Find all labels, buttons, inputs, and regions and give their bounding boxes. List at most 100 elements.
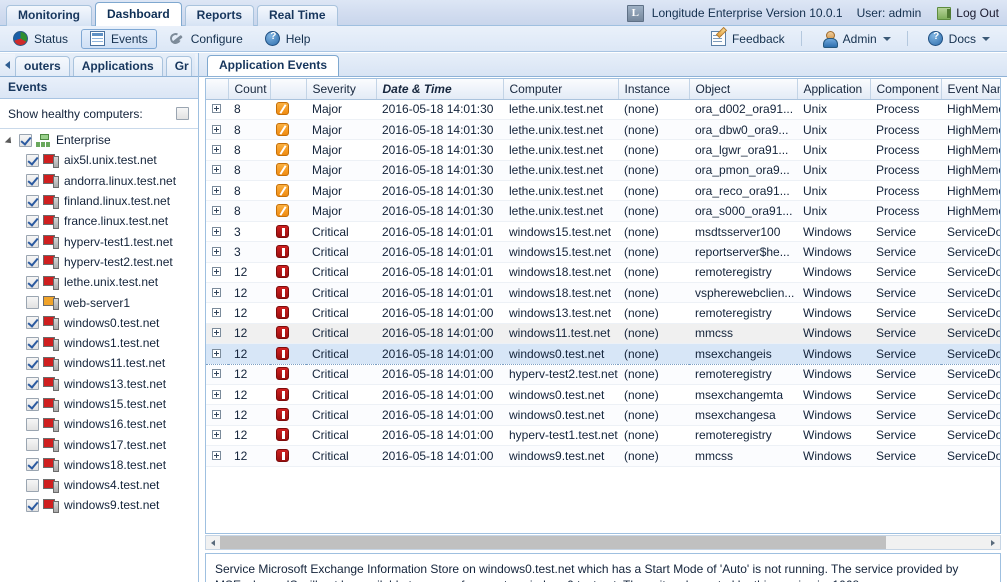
table-row[interactable]: 12 Critical 2016-05-18 14:01:00 windows13.t…: [206, 302, 1000, 324]
tree-node-checkbox[interactable]: [26, 397, 39, 411]
tree-node-checkbox[interactable]: [26, 356, 39, 370]
row-expand-cell[interactable]: [206, 119, 228, 141]
tree-node-checkbox[interactable]: [26, 438, 39, 452]
expand-plus-icon[interactable]: [212, 308, 221, 318]
tree-node-andorra.linux.test.net[interactable]: andorra.linux.test.net: [0, 171, 199, 191]
table-row[interactable]: 8 Major 2016-05-18 14:01:30 lethe.unix.test…: [206, 200, 1000, 222]
expand-plus-icon[interactable]: [212, 430, 221, 440]
expand-plus-icon[interactable]: [212, 348, 221, 358]
main-tab-reports[interactable]: Reports: [184, 5, 255, 26]
row-expand-cell[interactable]: [206, 282, 228, 304]
column-header-expand[interactable]: [206, 79, 229, 100]
tree-node-checkbox[interactable]: [19, 133, 32, 147]
scroll-right-button[interactable]: [986, 536, 1000, 549]
tree-node-checkbox[interactable]: [26, 417, 39, 431]
left-tab-outers[interactable]: outers: [15, 56, 70, 76]
column-header-object[interactable]: Object: [689, 79, 798, 100]
tree-expander-icon[interactable]: [6, 135, 16, 145]
left-tab-applications[interactable]: Applications: [72, 56, 163, 76]
table-row[interactable]: 8 Major 2016-05-18 14:01:30 lethe.unix.test…: [206, 139, 1000, 161]
tree-node-windows15.test.net[interactable]: windows15.test.net: [0, 394, 199, 414]
toolbar-button-status[interactable]: Status: [4, 29, 77, 49]
expand-plus-icon[interactable]: [212, 410, 221, 420]
tree-node-checkbox[interactable]: [26, 255, 39, 269]
expand-plus-icon[interactable]: [212, 267, 221, 277]
expand-plus-icon[interactable]: [212, 450, 221, 460]
tree-node-aix5l.unix.test.net[interactable]: aix5l.unix.test.net: [0, 150, 199, 170]
expand-plus-icon[interactable]: [212, 287, 221, 297]
tree-node-windows1.test.net[interactable]: windows1.test.net: [0, 333, 199, 353]
row-expand-cell[interactable]: [206, 200, 228, 222]
horizontal-scroll-track[interactable]: [220, 536, 986, 549]
main-tab-real-time[interactable]: Real Time: [257, 5, 338, 26]
table-row[interactable]: 8 Major 2016-05-18 14:01:30 lethe.unix.test…: [206, 119, 1000, 141]
tree-node-checkbox[interactable]: [26, 498, 39, 512]
left-tab-gr[interactable]: Gr: [165, 56, 192, 76]
expand-plus-icon[interactable]: [212, 226, 221, 236]
toolbar-button-docs[interactable]: Docs: [919, 29, 999, 49]
tree-node-windows13.test.net[interactable]: windows13.test.net: [0, 374, 199, 394]
row-expand-cell[interactable]: [206, 343, 228, 365]
row-expand-cell[interactable]: [206, 241, 228, 263]
main-tab-dashboard[interactable]: Dashboard: [94, 2, 182, 26]
tree-node-enterprise[interactable]: Enterprise: [0, 130, 199, 150]
expand-plus-icon[interactable]: [212, 104, 221, 114]
table-row[interactable]: 8 Major 2016-05-18 14:01:30 lethe.unix.test…: [206, 99, 1000, 120]
tree-node-checkbox[interactable]: [26, 296, 39, 310]
table-row[interactable]: 8 Major 2016-05-18 14:01:30 lethe.unix.test…: [206, 180, 1000, 202]
tree-node-checkbox[interactable]: [26, 316, 39, 330]
table-row[interactable]: 12 Critical 2016-05-18 14:01:00 windows0.te…: [206, 404, 1000, 426]
column-header-computer[interactable]: Computer: [503, 79, 619, 100]
row-expand-cell[interactable]: [206, 445, 228, 467]
events-grid-horizontal-scrollbar[interactable]: [205, 535, 1001, 550]
column-header-eventname[interactable]: Event Name: [941, 79, 1000, 100]
expand-plus-icon[interactable]: [212, 369, 221, 379]
row-expand-cell[interactable]: [206, 262, 228, 284]
toolbar-button-admin[interactable]: Admin: [813, 29, 900, 49]
expand-plus-icon[interactable]: [212, 124, 221, 134]
tree-node-checkbox[interactable]: [26, 235, 39, 249]
row-expand-cell[interactable]: [206, 160, 228, 182]
tree-node-checkbox[interactable]: [26, 214, 39, 228]
scroll-left-button[interactable]: [206, 536, 220, 549]
tree-node-checkbox[interactable]: [26, 153, 39, 167]
tab-scroll-left-button[interactable]: [0, 54, 15, 76]
column-header-instance[interactable]: Instance: [618, 79, 690, 100]
expand-plus-icon[interactable]: [212, 144, 221, 154]
column-header-component[interactable]: Component: [870, 79, 942, 100]
table-row[interactable]: 3 Critical 2016-05-18 14:01:01 windows15.te…: [206, 221, 1000, 243]
table-row[interactable]: 12 Critical 2016-05-18 14:01:00 windows0.te…: [206, 384, 1000, 406]
row-expand-cell[interactable]: [206, 425, 228, 447]
table-row[interactable]: 12 Critical 2016-05-18 14:01:00 windows11.t…: [206, 323, 1000, 345]
tree-node-checkbox[interactable]: [26, 458, 39, 472]
tree-node-windows9.test.net[interactable]: windows9.test.net: [0, 495, 199, 515]
row-expand-cell[interactable]: [206, 384, 228, 406]
horizontal-scroll-thumb[interactable]: [220, 536, 887, 549]
toolbar-button-help[interactable]: Help: [256, 29, 320, 49]
column-header-datetime[interactable]: Date & Time: [376, 79, 504, 100]
table-row[interactable]: 12 Critical 2016-05-18 14:01:01 windows18.t…: [206, 282, 1000, 304]
tree-node-windows18.test.net[interactable]: windows18.test.net: [0, 455, 199, 475]
tree-node-checkbox[interactable]: [26, 174, 39, 188]
tree-node-web-server1[interactable]: web-server1: [0, 292, 199, 312]
tree-node-checkbox[interactable]: [26, 275, 39, 289]
tree-node-checkbox[interactable]: [26, 478, 39, 492]
row-expand-cell[interactable]: [206, 139, 228, 161]
table-row[interactable]: 12 Critical 2016-05-18 14:01:00 windows9.te…: [206, 445, 1000, 467]
row-expand-cell[interactable]: [206, 404, 228, 426]
show-healthy-computers-checkbox[interactable]: [176, 107, 189, 120]
toolbar-button-configure[interactable]: Configure: [161, 29, 252, 49]
toolbar-button-events[interactable]: Events: [81, 28, 157, 49]
tree-node-hyperv-test2.test.net[interactable]: hyperv-test2.test.net: [0, 252, 199, 272]
table-row[interactable]: 12 Critical 2016-05-18 14:01:00 windows0.te…: [206, 343, 1000, 365]
tab-application-events[interactable]: Application Events: [207, 55, 340, 76]
tree-node-finland.linux.test.net[interactable]: finland.linux.test.net: [0, 191, 199, 211]
column-header-count[interactable]: Count: [228, 79, 271, 100]
expand-plus-icon[interactable]: [212, 246, 221, 256]
toolbar-button-feedback[interactable]: Feedback: [702, 29, 794, 49]
row-expand-cell[interactable]: [206, 180, 228, 202]
expand-plus-icon[interactable]: [212, 328, 221, 338]
tree-node-lethe.unix.test.net[interactable]: lethe.unix.test.net: [0, 272, 199, 292]
tree-node-hyperv-test1.test.net[interactable]: hyperv-test1.test.net: [0, 231, 199, 251]
row-expand-cell[interactable]: [206, 364, 228, 385]
